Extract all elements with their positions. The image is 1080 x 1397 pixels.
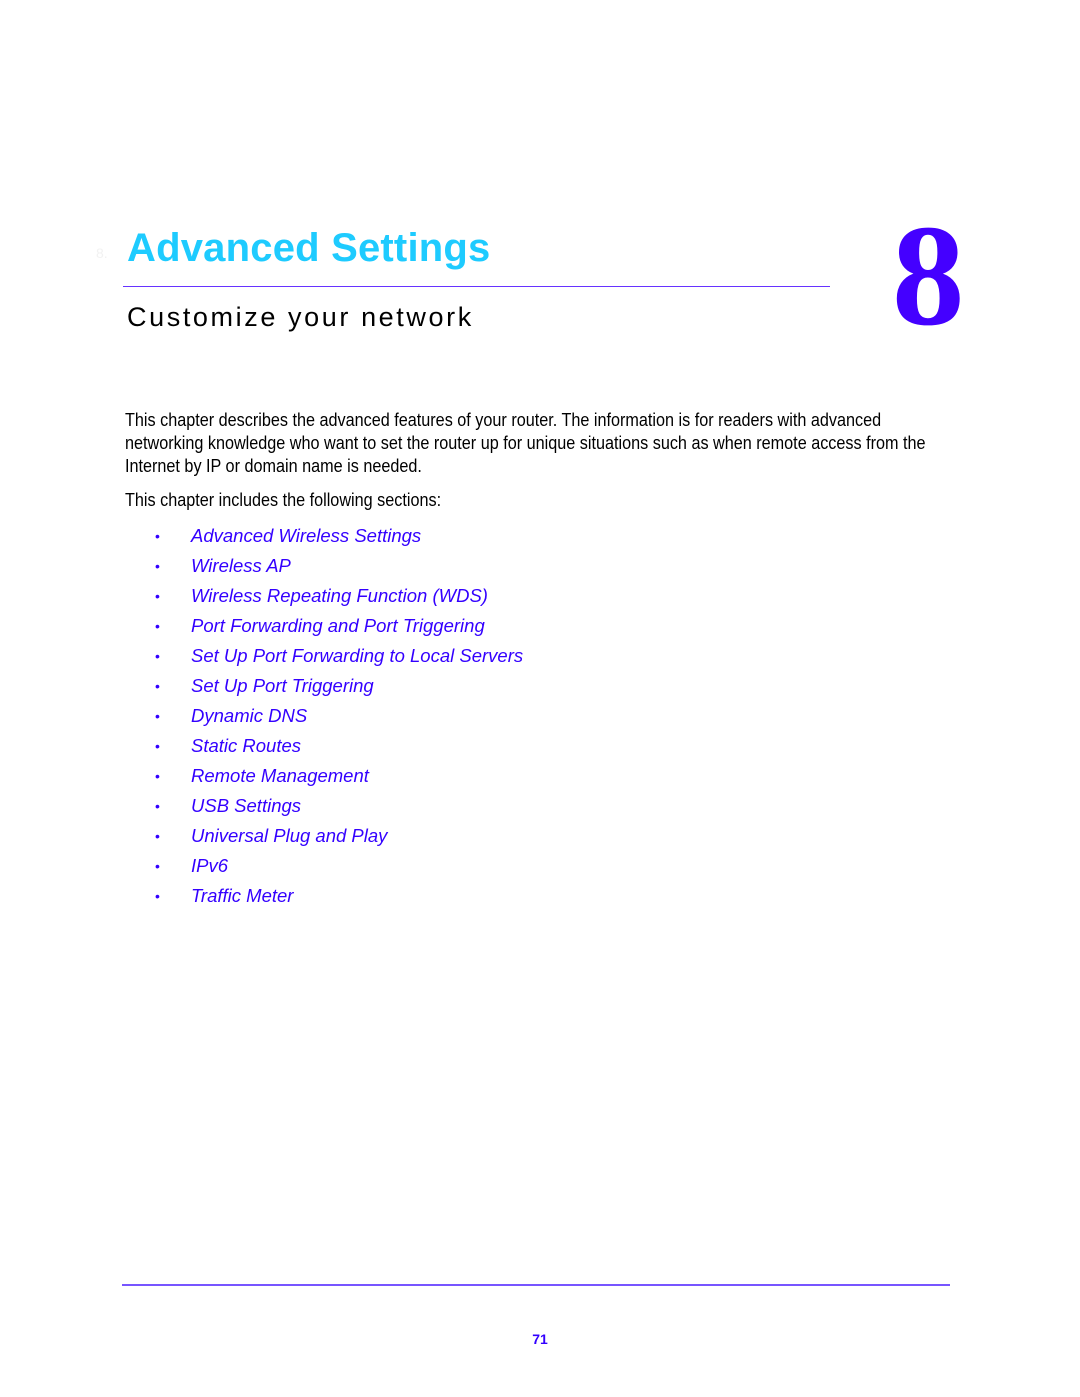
list-item: • Dynamic DNS xyxy=(155,703,523,733)
section-link-port-triggering[interactable]: Set Up Port Triggering xyxy=(191,675,374,696)
section-link-wireless-ap[interactable]: Wireless AP xyxy=(191,555,291,576)
section-link-ipv6[interactable]: IPv6 xyxy=(191,855,228,876)
page-number: 71 xyxy=(532,1331,548,1347)
chapter-title: Advanced Settings xyxy=(127,226,491,270)
bullet-icon: • xyxy=(155,558,160,574)
list-item: • Wireless AP xyxy=(155,553,523,583)
section-link-dynamic-dns[interactable]: Dynamic DNS xyxy=(191,705,307,726)
title-divider xyxy=(123,286,830,287)
bullet-icon: • xyxy=(155,708,160,724)
list-item: • Universal Plug and Play xyxy=(155,823,523,853)
sections-lead: This chapter includes the following sect… xyxy=(125,490,442,510)
intro-paragraph: This chapter describes the advanced feat… xyxy=(125,410,926,476)
bullet-icon: • xyxy=(155,858,160,874)
bullet-icon: • xyxy=(155,798,160,814)
list-item: • Set Up Port Triggering xyxy=(155,673,523,703)
section-link-upnp[interactable]: Universal Plug and Play xyxy=(191,825,387,846)
bullet-icon: • xyxy=(155,768,160,784)
bullet-icon: • xyxy=(155,588,160,604)
bullet-icon: • xyxy=(155,678,160,694)
bullet-icon: • xyxy=(155,618,160,634)
list-item: • Set Up Port Forwarding to Local Servers xyxy=(155,643,523,673)
list-item: • Static Routes xyxy=(155,733,523,763)
section-link-static-routes[interactable]: Static Routes xyxy=(191,735,301,756)
bullet-icon: • xyxy=(155,738,160,754)
section-link-traffic-meter[interactable]: Traffic Meter xyxy=(191,885,293,906)
section-link-port-forwarding-triggering[interactable]: Port Forwarding and Port Triggering xyxy=(191,615,485,636)
section-link-usb-settings[interactable]: USB Settings xyxy=(191,795,301,816)
list-item: • Port Forwarding and Port Triggering xyxy=(155,613,523,643)
chapter-subtitle: Customize your network xyxy=(127,302,474,332)
list-item: • USB Settings xyxy=(155,793,523,823)
chapter-prefix: 8. xyxy=(96,245,108,261)
list-item: • IPv6 xyxy=(155,853,523,883)
section-list: • Advanced Wireless Settings • Wireless AP… xyxy=(155,523,523,913)
bullet-icon: • xyxy=(155,888,160,904)
bullet-icon: • xyxy=(155,828,160,844)
bullet-icon: • xyxy=(155,528,160,544)
list-item: • Remote Management xyxy=(155,763,523,793)
section-link-advanced-wireless-settings[interactable]: Advanced Wireless Settings xyxy=(191,525,421,546)
chapter-number: 8 xyxy=(892,196,965,356)
footer-divider xyxy=(122,1284,950,1286)
section-link-remote-management[interactable]: Remote Management xyxy=(191,765,369,786)
list-item: • Traffic Meter xyxy=(155,883,523,913)
list-item: • Wireless Repeating Function (WDS) xyxy=(155,583,523,613)
section-link-port-forwarding-local-servers[interactable]: Set Up Port Forwarding to Local Servers xyxy=(191,645,523,666)
bullet-icon: • xyxy=(155,648,160,664)
list-item: • Advanced Wireless Settings xyxy=(155,523,523,553)
section-link-wds[interactable]: Wireless Repeating Function (WDS) xyxy=(191,585,488,606)
